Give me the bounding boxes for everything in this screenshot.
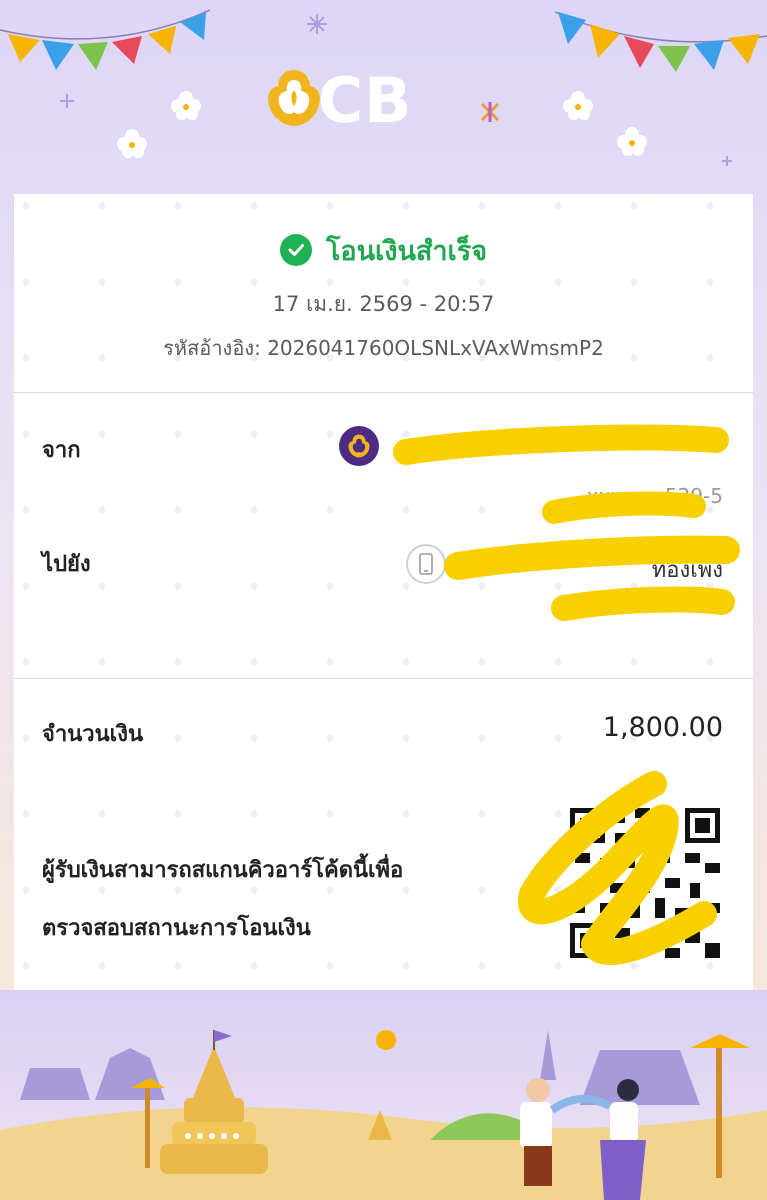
transfer-status: โอนเงินสำเร็จ [14,230,753,270]
amount-value: 1,800.00 [602,712,723,743]
verification-qr-code [570,808,720,958]
header-banner: SCB [0,0,767,200]
qr-instructions: ผู้รับเงินสามารถสแกนคิวอาร์โค้ดนี้เพื่อ … [42,842,403,958]
to-label: ไปยัง [42,552,91,577]
amount-label: จำนวนเงิน [42,722,143,747]
reference-label: รหัสอ้างอิง: [163,336,261,360]
transfer-datetime: 17 เม.ย. 2569 - 20:57 [272,292,495,316]
scb-lotus-icon [268,70,320,126]
songkran-illustration [0,990,767,1200]
mobile-phone-icon [406,544,446,584]
scb-logo: SCB [262,66,512,136]
check-circle-icon [279,234,312,266]
divider [14,392,753,393]
status-text: โอนเงินสำเร็จ [325,235,488,267]
from-account-number: xxx-xxx529-5 [586,484,723,508]
divider [14,678,753,679]
qr-instructions-line2: ตรวจสอบสถานะการโอนเงิน [42,916,311,941]
transfer-receipt: โอนเงินสำเร็จ 17 เม.ย. 2569 - 20:57 รหัส… [14,194,753,1016]
recipient-name: ทองเพ็ง [651,558,723,583]
from-bank-icon [339,426,379,466]
reference-row: รหัสอ้างอิง: 2026041760OLSNLxVAxWmsmP2 [14,332,753,364]
from-label: จาก [42,438,81,463]
qr-instructions-line1: ผู้รับเงินสามารถสแกนคิวอาร์โค้ดนี้เพื่อ [42,858,404,883]
reference-value: 2026041760OLSNLxVAxWmsmP2 [267,336,604,360]
